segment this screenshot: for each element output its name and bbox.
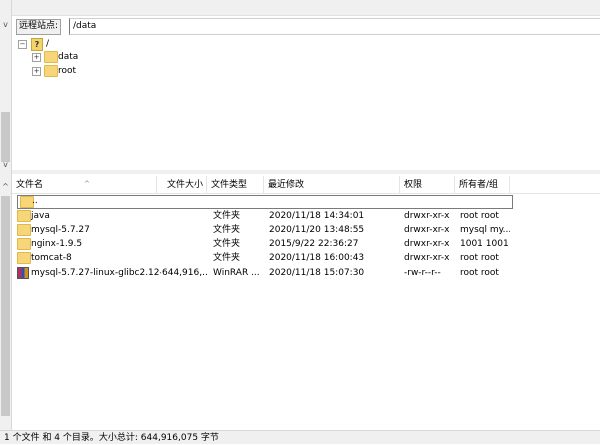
file-permissions: drwxr-xr-x xyxy=(404,253,450,263)
file-type: WinRAR ... xyxy=(213,268,260,278)
file-type: 文件夹 xyxy=(213,211,241,221)
file-modified: 2015/9/22 22:36:27 xyxy=(269,239,359,249)
collapse-icon[interactable]: − xyxy=(18,40,27,49)
column-header-modified[interactable]: 最近修改 xyxy=(264,176,400,193)
file-size xyxy=(157,251,204,265)
scroll-thumb[interactable] xyxy=(1,112,10,162)
folder-icon xyxy=(17,210,31,222)
file-size xyxy=(157,237,204,251)
left-scrollbar[interactable]: v v ^ xyxy=(0,0,12,430)
winrar-archive-icon xyxy=(17,267,29,279)
tree-item-label: data xyxy=(58,52,79,62)
column-header-type[interactable]: 文件类型 xyxy=(207,176,264,193)
table-row[interactable]: mysql-5.7.27-linux-glibc2.12-... 644,916… xyxy=(12,266,600,280)
file-name: tomcat-8 xyxy=(31,253,72,263)
table-row[interactable]: tomcat-8 文件夹 2020/11/18 16:00:43 drwxr-x… xyxy=(12,251,600,265)
parent-dir-label: .. xyxy=(32,196,38,206)
file-size xyxy=(157,223,204,237)
expand-icon[interactable]: + xyxy=(32,53,41,62)
column-header-name[interactable]: 文件名 ^ xyxy=(12,176,157,193)
file-owner: root root xyxy=(460,268,499,278)
tree-item-root[interactable]: + root xyxy=(32,64,152,78)
file-size: 644,916,... xyxy=(162,268,208,278)
file-modified: 2020/11/18 16:00:43 xyxy=(269,253,365,263)
remote-file-list: 文件名 ^ 文件大小 文件类型 最近修改 权限 所有者/组 .. java 文件… xyxy=(12,176,600,428)
splitter[interactable] xyxy=(12,170,600,174)
remote-site-bar: 远程站点: xyxy=(12,17,600,35)
column-header-permissions[interactable]: 权限 xyxy=(400,176,455,193)
file-owner: 1001 1001 xyxy=(460,239,509,249)
file-name: mysql-5.7.27-linux-glibc2.12-... xyxy=(31,268,161,278)
scroll-thumb[interactable] xyxy=(1,196,10,416)
tree-item-data[interactable]: + data xyxy=(32,50,152,64)
file-permissions: -rw-r--r-- xyxy=(404,268,441,278)
file-name: mysql-5.7.27 xyxy=(31,225,90,235)
file-owner: root root xyxy=(460,253,499,263)
remote-site-label: 远程站点: xyxy=(16,19,62,35)
file-size xyxy=(157,209,204,223)
scroll-down-icon[interactable]: v xyxy=(1,160,10,170)
scroll-up-icon[interactable]: ^ xyxy=(1,182,10,192)
column-header-owner[interactable]: 所有者/组 xyxy=(455,176,510,193)
column-header-size[interactable]: 文件大小 xyxy=(157,176,207,193)
tree-item-label: root xyxy=(58,66,77,76)
file-permissions: drwxr-xr-x xyxy=(404,239,450,249)
folder-icon xyxy=(17,252,31,264)
table-row[interactable]: mysql-5.7.27 文件夹 2020/11/20 13:48:55 drw… xyxy=(12,223,600,237)
list-item-parent[interactable]: .. xyxy=(17,195,513,209)
table-row[interactable]: java 文件夹 2020/11/18 14:34:01 drwxr-xr-x … xyxy=(12,209,600,223)
tree-root-label: / xyxy=(46,39,50,49)
file-type: 文件夹 xyxy=(213,225,241,235)
remote-path-field[interactable] xyxy=(69,18,600,35)
file-type: 文件夹 xyxy=(213,253,241,263)
folder-icon xyxy=(44,65,58,77)
folder-icon xyxy=(17,224,31,236)
folder-icon xyxy=(44,51,58,63)
remote-directory-tree: − ? / + data + root xyxy=(12,36,600,169)
file-name: nginx-1.9.5 xyxy=(31,239,83,249)
file-permissions: drwxr-xr-x xyxy=(404,225,450,235)
file-name: java xyxy=(31,211,50,221)
sort-caret-icon: ^ xyxy=(84,180,90,188)
file-type: 文件夹 xyxy=(213,239,241,249)
top-toolbar-area xyxy=(12,0,600,16)
expand-icon[interactable]: + xyxy=(32,67,41,76)
file-permissions: drwxr-xr-x xyxy=(404,211,450,221)
status-bar: 1 个文件 和 4 个目录。大小总计: 644,916,075 字节 xyxy=(0,430,600,444)
list-header: 文件名 ^ 文件大小 文件类型 最近修改 权限 所有者/组 xyxy=(12,176,600,194)
scroll-down-icon[interactable]: v xyxy=(1,20,10,30)
file-owner: root root xyxy=(460,211,499,221)
file-modified: 2020/11/18 14:34:01 xyxy=(269,211,365,221)
file-owner: mysql my... xyxy=(460,225,510,235)
folder-icon xyxy=(17,238,31,250)
table-row[interactable]: nginx-1.9.5 文件夹 2015/9/22 22:36:27 drwxr… xyxy=(12,237,600,251)
remote-path-input[interactable] xyxy=(70,19,600,33)
file-modified: 2020/11/20 13:48:55 xyxy=(269,225,365,235)
file-modified: 2020/11/18 15:07:30 xyxy=(269,268,365,278)
